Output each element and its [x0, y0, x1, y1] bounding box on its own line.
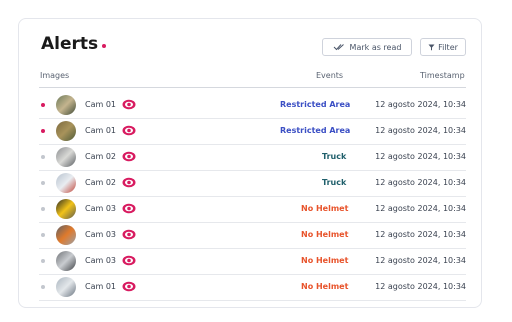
filter-label: Filter: [438, 42, 458, 52]
camera-thumbnail[interactable]: [56, 173, 76, 193]
camera-label: Cam 03: [85, 256, 117, 265]
table-row[interactable]: Cam 03 No Helmet 12 agosto 2024, 10:34: [39, 197, 466, 223]
event-label: No Helmet: [301, 204, 349, 213]
table-row[interactable]: Cam 03 No Helmet 12 agosto 2024, 10:34: [39, 223, 466, 249]
camera-label: Cam 01: [85, 100, 117, 109]
eye-icon[interactable]: [122, 229, 136, 240]
mark-as-read-button[interactable]: Mark as read: [322, 38, 412, 56]
camera-thumbnail[interactable]: [56, 199, 76, 219]
header-divider: [39, 87, 466, 88]
event-label: Restricted Area: [280, 100, 351, 109]
timestamp-value: 12 agosto 2024, 10:34: [375, 282, 466, 291]
filter-icon: [428, 44, 435, 50]
event-label: No Helmet: [301, 230, 349, 239]
camera-thumbnail[interactable]: [56, 95, 76, 115]
table-row[interactable]: Cam 02 Truck 12 agosto 2024, 10:34: [39, 171, 466, 197]
eye-icon[interactable]: [122, 151, 136, 162]
table-row[interactable]: Cam 01 No Helmet 12 agosto 2024, 10:34: [39, 275, 466, 301]
timestamp-value: 12 agosto 2024, 10:34: [375, 230, 466, 239]
eye-icon[interactable]: [122, 125, 136, 136]
event-label: Truck: [322, 152, 347, 161]
timestamp-value: 12 agosto 2024, 10:34: [375, 126, 466, 135]
page-title: Alerts: [41, 34, 107, 54]
eye-icon[interactable]: [122, 281, 136, 292]
mark-as-read-label: Mark as read: [349, 42, 402, 52]
double-check-icon: [333, 44, 344, 51]
timestamp-value: 12 agosto 2024, 10:34: [375, 178, 466, 187]
camera-thumbnail[interactable]: [56, 121, 76, 141]
camera-thumbnail[interactable]: [56, 277, 76, 297]
event-label: No Helmet: [301, 282, 349, 291]
camera-label: Cam 02: [85, 152, 117, 161]
camera-label: Cam 01: [85, 126, 117, 135]
read-dot: [41, 285, 45, 289]
event-label: Restricted Area: [280, 126, 351, 135]
unread-dot: [41, 129, 45, 133]
camera-thumbnail[interactable]: [56, 225, 76, 245]
event-label: Truck: [322, 178, 347, 187]
camera-label: Cam 02: [85, 178, 117, 187]
table-row[interactable]: Cam 02 Truck 12 agosto 2024, 10:34: [39, 145, 466, 171]
alerts-card: Alerts Mark as read Filter Images Events…: [18, 18, 482, 308]
camera-thumbnail[interactable]: [56, 251, 76, 271]
unread-indicator-dot: [102, 44, 107, 48]
timestamp-value: 12 agosto 2024, 10:34: [375, 152, 466, 161]
eye-icon[interactable]: [122, 177, 136, 188]
eye-icon[interactable]: [122, 255, 136, 266]
table-row[interactable]: Cam 03 No Helmet 12 agosto 2024, 10:34: [39, 249, 466, 275]
table-row[interactable]: Cam 01 Restricted Area 12 agosto 2024, 10…: [39, 119, 466, 145]
eye-icon[interactable]: [122, 99, 136, 110]
read-dot: [41, 207, 45, 211]
column-header-images: Images: [40, 71, 70, 80]
camera-thumbnail[interactable]: [56, 147, 76, 167]
read-dot: [41, 181, 45, 185]
title-text: Alerts: [41, 34, 99, 54]
table-row[interactable]: Cam 01 Restricted Area 12 agosto 2024, 10…: [39, 93, 466, 119]
eye-icon[interactable]: [122, 203, 136, 214]
filter-button[interactable]: Filter: [420, 38, 466, 56]
timestamp-value: 12 agosto 2024, 10:34: [375, 256, 466, 265]
read-dot: [41, 155, 45, 159]
camera-label: Cam 03: [85, 204, 117, 213]
column-header-events: Events: [316, 71, 344, 80]
unread-dot: [41, 103, 45, 107]
camera-label: Cam 01: [85, 282, 117, 291]
timestamp-value: 12 agosto 2024, 10:34: [375, 204, 466, 213]
camera-label: Cam 03: [85, 230, 117, 239]
timestamp-value: 12 agosto 2024, 10:34: [375, 100, 466, 109]
read-dot: [41, 233, 45, 237]
event-label: No Helmet: [301, 256, 349, 265]
read-dot: [41, 259, 45, 263]
column-header-timestamp: Timestamp: [420, 71, 465, 80]
